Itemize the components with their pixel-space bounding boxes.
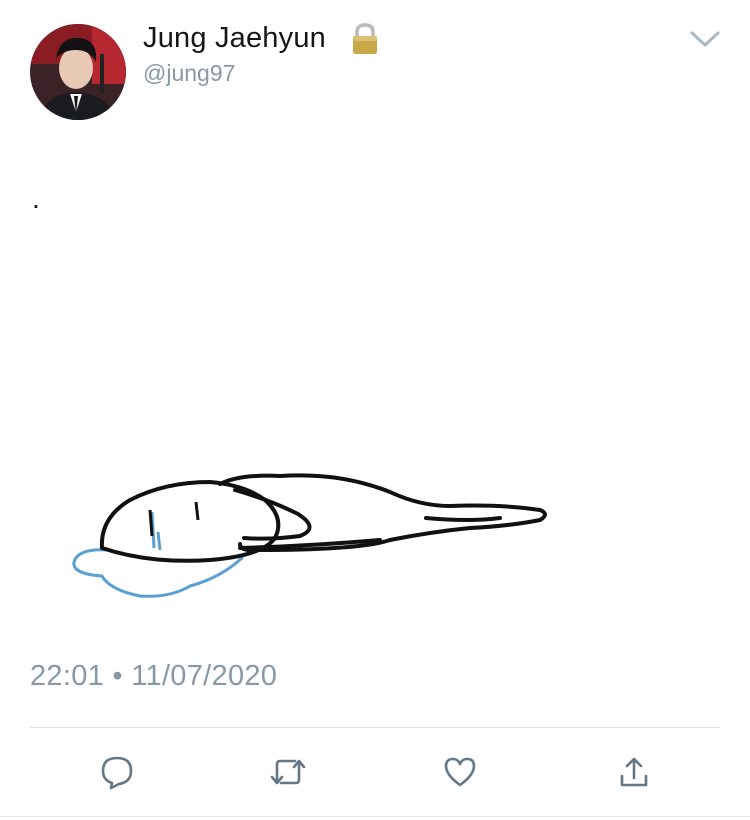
chevron-down-icon[interactable] bbox=[688, 28, 722, 55]
tweet-timestamp[interactable]: 22:01 • 11/07/2020 bbox=[30, 660, 277, 693]
profile-photo bbox=[30, 24, 126, 120]
username[interactable]: @jung97 bbox=[143, 60, 235, 87]
reply-button[interactable] bbox=[97, 752, 137, 792]
tweet-text: . bbox=[32, 183, 40, 214]
lock-icon bbox=[348, 22, 382, 61]
avatar[interactable] bbox=[30, 24, 126, 120]
heart-icon bbox=[444, 757, 476, 787]
tweet-image[interactable] bbox=[30, 440, 570, 625]
reply-icon bbox=[101, 756, 133, 790]
crying-figure-drawing bbox=[72, 473, 547, 598]
like-button[interactable] bbox=[440, 752, 480, 792]
display-name[interactable]: Jung Jaehyun bbox=[143, 22, 326, 55]
bottom-divider bbox=[0, 816, 750, 817]
share-icon bbox=[620, 757, 648, 787]
retweet-icon bbox=[270, 759, 306, 785]
share-button[interactable] bbox=[614, 752, 654, 792]
retweet-button[interactable] bbox=[268, 752, 308, 792]
divider bbox=[30, 727, 720, 728]
